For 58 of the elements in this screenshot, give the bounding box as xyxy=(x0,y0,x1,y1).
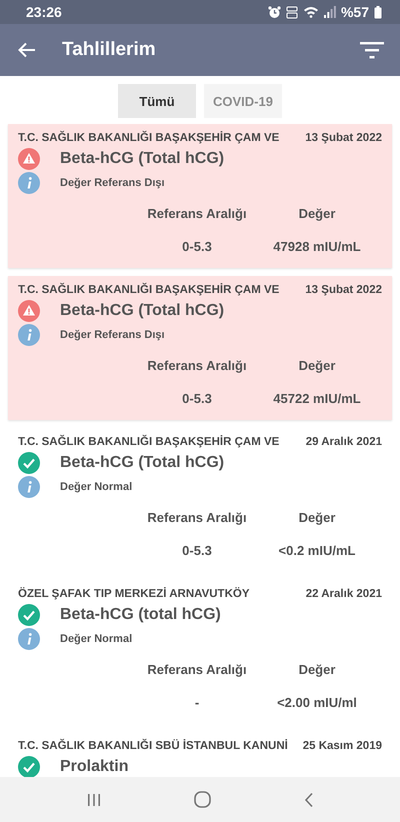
warning-icon xyxy=(18,148,40,170)
result-value: <2.00 mIU/ml xyxy=(277,695,357,710)
recent-apps-button[interactable] xyxy=(86,792,100,806)
page-title: Tahlillerim xyxy=(62,39,157,61)
column-header: Referans Aralığı xyxy=(147,206,247,221)
result-date: 22 Aralık 2021 xyxy=(306,588,382,600)
result-value: <0.2 mIU/mL xyxy=(278,543,356,558)
result-date: 29 Aralık 2021 xyxy=(306,436,382,448)
column-header: Referans Aralığı xyxy=(147,358,247,373)
hospital-name: T.C. SAĞLIK BAKANLIĞI SBÜ İSTANBUL KANUNİ xyxy=(18,740,288,752)
reference-range: 0-5.3 xyxy=(182,391,212,406)
reference-range: 0-5.3 xyxy=(182,543,212,558)
result-date: 25 Kasım 2019 xyxy=(302,740,382,752)
column-header: Referans Aralığı xyxy=(147,510,247,525)
column-header: Değer xyxy=(298,358,336,373)
result-date: 13 Şubat 2022 xyxy=(305,284,382,296)
check-icon xyxy=(18,604,40,626)
test-name: Beta-hCG (Total hCG) xyxy=(60,454,224,472)
info-icon[interactable] xyxy=(18,628,40,650)
warning-icon xyxy=(18,300,40,322)
result-date: 13 Şubat 2022 xyxy=(305,132,382,144)
status-time: 23:26 xyxy=(26,4,63,20)
test-name: Prolaktin xyxy=(60,758,128,776)
reference-range: - xyxy=(194,695,200,710)
alarm-icon xyxy=(268,6,281,18)
hospital-name: T.C. SAĞLIK BAKANLIĞI BAŞAKŞEHİR ÇAM VE xyxy=(18,284,280,296)
info-icon[interactable] xyxy=(18,172,40,194)
hospital-name: ÖZEL ŞAFAK TIP MERKEZİ ARNAVUTKÖY xyxy=(18,588,250,600)
filter-button[interactable] xyxy=(360,41,384,59)
info-icon[interactable] xyxy=(18,476,40,498)
column-header: Değer xyxy=(298,206,336,221)
result-status: Değer Normal xyxy=(60,633,132,645)
info-icon[interactable] xyxy=(18,324,40,346)
result-status: Değer Referans Dışı xyxy=(60,329,165,341)
result-card[interactable]: T.C. SAĞLIK BAKANLIĞI BAŞAKŞEHİR ÇAM VE 13 Şubat 2022 Beta-hCG (Total hCG) Değer Referans Dışı Referans Aralığı Değer 0-5.3 47928 mIU/mL xyxy=(8,124,392,268)
back-nav-button[interactable] xyxy=(304,792,314,808)
battery-icon xyxy=(374,6,382,18)
result-value: 45722 mIU/mL xyxy=(273,391,361,406)
wifi-icon xyxy=(302,6,319,18)
column-header: Referans Aralığı xyxy=(147,662,247,677)
result-value: 47928 mIU/mL xyxy=(273,239,361,254)
result-status: Değer Referans Dışı xyxy=(60,177,165,189)
test-name: Beta-hCG (Total hCG) xyxy=(60,150,224,168)
column-header: Değer xyxy=(298,510,336,525)
test-name: Beta-hCG (Total hCG) xyxy=(60,302,224,320)
result-card[interactable]: T.C. SAĞLIK BAKANLIĞI BAŞAKŞEHİR ÇAM VE 13 Şubat 2022 Beta-hCG (Total hCG) Değer Referans Dışı Referans Aralığı Değer 0-5.3 45722 mIU/mL xyxy=(8,276,392,420)
hospital-name: T.C. SAĞLIK BAKANLIĞI BAŞAKŞEHİR ÇAM VE xyxy=(18,436,280,448)
reference-range: 0-5.3 xyxy=(182,239,212,254)
battery-percentage: %57 xyxy=(340,4,369,20)
check-icon xyxy=(18,452,40,474)
signal-icon xyxy=(324,6,336,18)
home-button[interactable] xyxy=(194,791,210,808)
hospital-name: T.C. SAĞLIK BAKANLIĞI BAŞAKŞEHİR ÇAM VE xyxy=(18,132,280,144)
test-name: Beta-hCG (total hCG) xyxy=(60,606,221,624)
result-status: Değer Normal xyxy=(60,481,132,493)
column-header: Değer xyxy=(298,662,336,677)
filter-tab[interactable]: Tümü xyxy=(118,84,196,118)
back-button[interactable] xyxy=(18,42,36,58)
